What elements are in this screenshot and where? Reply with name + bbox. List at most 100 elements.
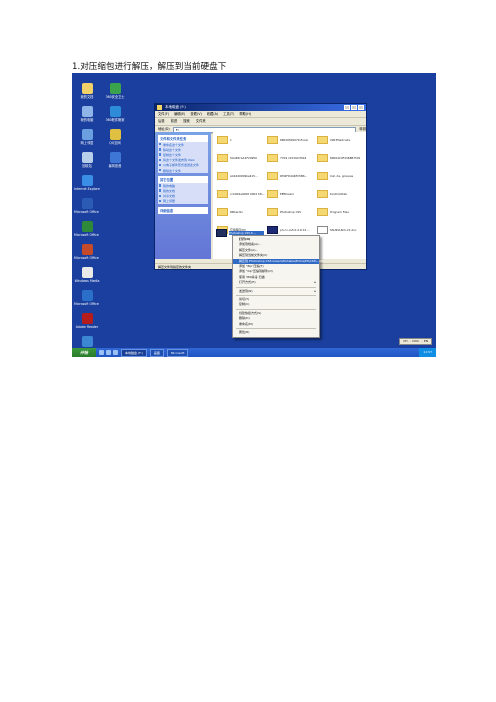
folder-icon bbox=[217, 154, 228, 162]
file-name: ph-cn-cs5.0-2.6 01 ... bbox=[280, 228, 310, 232]
desktop-icon[interactable]: QQ空间 bbox=[102, 129, 128, 145]
desktop-icon[interactable]: Microsoft Office W... bbox=[74, 198, 100, 214]
file-item[interactable]: 7709 c2534dcf016 bbox=[267, 153, 315, 164]
context-menu-item[interactable]: 打开方式(H) bbox=[233, 280, 319, 286]
desktop-icon[interactable]: 360软件管家 bbox=[102, 106, 128, 122]
start-button[interactable]: 开始 bbox=[72, 348, 96, 357]
file-item[interactable]: RBCardio bbox=[217, 207, 265, 218]
desktop-icon[interactable]: Microsoft Office O... bbox=[74, 290, 100, 306]
desktop-icon[interactable]: 暴风影音 bbox=[102, 152, 128, 168]
desktop-icon-label: 我的文档 bbox=[80, 95, 94, 99]
context-menu-item[interactable]: 发送到(N) bbox=[233, 289, 319, 295]
desktop-icon[interactable]: 我的电脑 bbox=[74, 106, 100, 122]
task-panel: 详细信息 bbox=[158, 206, 208, 214]
desktop-icon-label: Windows Media bbox=[74, 279, 100, 283]
app-icon bbox=[81, 313, 93, 324]
desktop-icon[interactable]: 360安全卫士 bbox=[102, 83, 128, 99]
file-name: Kindhotxtab bbox=[330, 192, 347, 196]
taskbar-button[interactable]: 画图 bbox=[149, 348, 164, 357]
app-icon bbox=[81, 175, 93, 186]
file-item[interactable]: 80004C4F4368B7591 bbox=[317, 153, 365, 164]
task-panel-title[interactable]: 详细信息 bbox=[158, 206, 208, 214]
desktop-icon[interactable]: Microsoft Office E... bbox=[74, 221, 100, 237]
folder-icon bbox=[267, 190, 278, 198]
file-name: EEEDownl bbox=[280, 192, 295, 196]
menu-item[interactable]: 收藏(A) bbox=[207, 112, 218, 116]
toolbar-button[interactable]: 搜索 bbox=[183, 119, 190, 123]
app-icon bbox=[81, 106, 93, 117]
window-titlebar[interactable]: 本地磁盘 (F:) bbox=[155, 104, 366, 111]
folder-icon bbox=[157, 105, 162, 110]
language-bar[interactable]: CH ··· DOC ··· EN bbox=[399, 338, 432, 345]
app-icon bbox=[81, 198, 93, 209]
desktop-icon[interactable] bbox=[106, 350, 111, 355]
context-menu-item[interactable]: 属性(R) bbox=[233, 330, 319, 335]
toolbar-button[interactable]: 后退 bbox=[158, 119, 165, 123]
folder-icon bbox=[267, 136, 278, 144]
taskbar: 开始 本地磁盘 (F:) 画图 Microsoft 11:57 bbox=[72, 348, 436, 357]
menu-item[interactable]: 查看(V) bbox=[190, 112, 201, 116]
menu-item[interactable]: 工具(T) bbox=[223, 112, 234, 116]
step-caption: 1.对压缩包进行解压，解压到当前硬盘下 bbox=[72, 62, 227, 72]
file-name: A44440009ba415... bbox=[230, 174, 258, 178]
desktop-icon[interactable]: 我的文档 bbox=[74, 83, 100, 99]
file-name: 7709 c2534dcf016 bbox=[280, 156, 307, 160]
file-item[interactable]: 5G4R3rw14F29950 bbox=[217, 153, 265, 164]
menu-separator bbox=[236, 308, 316, 310]
menu-item[interactable]: 编辑(E) bbox=[174, 112, 185, 116]
desktop-icon-label: 暴风影音 bbox=[108, 164, 122, 168]
desktop-icon[interactable]: Windows Media bbox=[74, 267, 100, 283]
task-link[interactable]: 网上邻居 bbox=[158, 199, 208, 204]
task-pane: 文件和文件夹任务 重命名这个文件 移动这个文件 复制这个文件 将这个文件发布到 Web 以… bbox=[155, 132, 211, 259]
toolbar-button[interactable]: 文件夹 bbox=[196, 119, 206, 123]
task-panel-title[interactable]: 文件和文件夹任务 bbox=[158, 135, 208, 142]
context-menu: 打开(O) 添加到档案(A)... 解压文件(A)... 解压到当前文件夹(X) 解压到… bbox=[232, 235, 324, 338]
folder-icon bbox=[317, 136, 328, 144]
file-name: SSLNS1NrC-V1.doc bbox=[330, 228, 357, 232]
minimize-button[interactable] bbox=[344, 105, 350, 110]
file-name: 5G4R3rw14F29950 bbox=[230, 156, 257, 160]
desktop-icon[interactable]: 网上邻居 bbox=[74, 129, 100, 145]
context-menu-item[interactable]: 重命名(M) bbox=[233, 322, 319, 327]
file-item[interactable]: 1 bbox=[217, 135, 265, 146]
folder-icon bbox=[317, 190, 328, 198]
file-item[interactable]: EEEDownl bbox=[267, 189, 315, 200]
file-item[interactable]: ccb904a4008 0004 Sfn... bbox=[217, 189, 265, 200]
app-icon bbox=[109, 152, 121, 163]
context-menu-item[interactable]: 复制(C) bbox=[233, 302, 319, 307]
file-item[interactable]: Program Files bbox=[317, 207, 365, 218]
file-item[interactable]: DM2FD444EC5B6... bbox=[267, 171, 315, 182]
task-panel: 其它位置 我的电脑 我的文档 共享文档 网上邻居 bbox=[158, 176, 208, 204]
file-item[interactable]: 68020500079 Excel bbox=[267, 135, 315, 146]
toolbar-button[interactable]: 前进 bbox=[171, 119, 178, 123]
menu-separator bbox=[236, 328, 316, 330]
desktop-icon[interactable]: Internet Explorer bbox=[74, 175, 100, 191]
desktop-icon[interactable]: 回收站 bbox=[74, 152, 100, 168]
menu-item[interactable]: 文件(F) bbox=[158, 112, 169, 116]
file-item[interactable]: Kindhotxtab bbox=[317, 189, 365, 200]
desktop-icon[interactable]: Microsoft Office P... bbox=[74, 244, 100, 260]
ie-icon[interactable] bbox=[99, 350, 104, 355]
taskbar-button[interactable]: 本地磁盘 (F:) bbox=[121, 348, 147, 357]
close-button[interactable] bbox=[358, 105, 364, 110]
desktop-icon-label: Microsoft Office W... bbox=[74, 210, 100, 214]
maximize-button[interactable] bbox=[351, 105, 357, 110]
folder-icon bbox=[317, 208, 328, 216]
task-link[interactable]: 删除这个文件 bbox=[158, 168, 208, 173]
task-panel-title[interactable]: 其它位置 bbox=[158, 176, 208, 184]
app-icon bbox=[109, 129, 121, 140]
file-item[interactable]: 2003fileXcode bbox=[317, 135, 365, 146]
app-icon bbox=[81, 336, 93, 347]
toolbar: 后退 前进 搜索 文件夹 bbox=[155, 118, 366, 126]
folder-icon bbox=[217, 208, 228, 216]
folder-icon bbox=[217, 136, 228, 144]
desktop-icon-label: 回收站 bbox=[82, 164, 92, 168]
desktop-icon[interactable]: Adobe Reader bbox=[74, 313, 100, 329]
file-name: RBCardio bbox=[230, 210, 243, 214]
file-item[interactable]: SSLNS1NrC-V1.doc bbox=[317, 225, 365, 236]
taskbar-button[interactable]: Microsoft bbox=[166, 348, 189, 357]
file-item[interactable]: Photoshop CS5 bbox=[267, 207, 315, 218]
menu-item[interactable]: 帮助(H) bbox=[239, 112, 251, 116]
file-item[interactable]: A44440009ba415... bbox=[217, 171, 265, 182]
file-item[interactable]: Cat. de, groupes bbox=[317, 171, 365, 182]
